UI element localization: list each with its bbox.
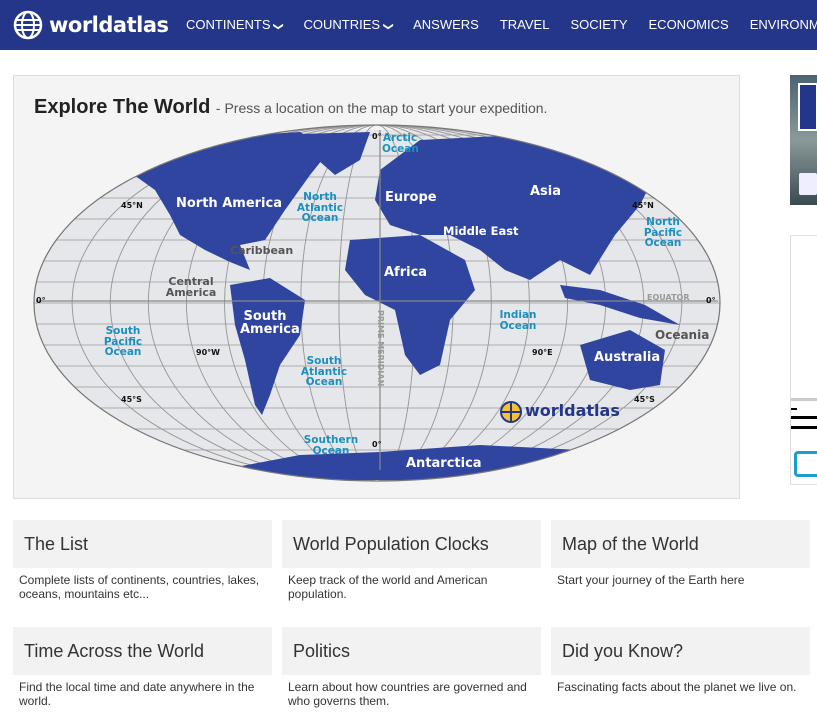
card-desc: Learn about how countries are governed a… xyxy=(288,680,527,708)
card-desc: Keep track of the world and American pop… xyxy=(288,573,488,601)
label-central-america[interactable]: Central America xyxy=(165,276,217,298)
label-europe[interactable]: Europe xyxy=(385,191,437,204)
card-title[interactable]: Politics xyxy=(282,627,541,675)
label-prime-meridian: PRIME MERIDIAN xyxy=(376,310,385,387)
label-north-pacific[interactable]: North Pacific Ocean xyxy=(641,217,685,249)
label-0-left: 0° xyxy=(36,296,46,305)
label-45s-west: 45°S xyxy=(121,395,142,404)
label-south-pacific[interactable]: South Pacific Ocean xyxy=(101,326,145,358)
worldatlas-badge xyxy=(798,83,817,131)
card-title[interactable]: Map of the World xyxy=(551,520,810,568)
card-title[interactable]: The List xyxy=(13,520,272,568)
map-logo-text: worldatlas xyxy=(525,401,620,420)
card-time-across-world[interactable]: Time Across the World Find the local time… xyxy=(13,627,272,708)
card-desc: Find the local time and date anywhere in… xyxy=(19,680,255,708)
label-antarctica[interactable]: Antarctica xyxy=(406,457,482,470)
worldatlas-map-logo xyxy=(500,401,522,423)
card-title[interactable]: Did you Know? xyxy=(551,627,810,675)
label-0-bottom: 0° xyxy=(372,440,382,449)
label-north-atlantic[interactable]: North Atlantic Ocean xyxy=(296,192,344,224)
label-45s-east: 45°S xyxy=(634,395,655,404)
label-south-atlantic[interactable]: South Atlantic Ocean xyxy=(300,356,348,388)
card-the-list[interactable]: The List Complete lists of continents, co… xyxy=(13,520,272,601)
card-desc: Fascinating facts about the planet we li… xyxy=(557,680,797,694)
label-oceania[interactable]: Oceania xyxy=(655,329,709,341)
card-population-clocks[interactable]: World Population Clocks Keep track of the… xyxy=(282,520,541,601)
label-0-right: 0° xyxy=(706,296,716,305)
card-politics[interactable]: Politics Learn about how countries are go… xyxy=(282,627,541,708)
label-90w: 90°W xyxy=(196,348,220,357)
label-africa[interactable]: Africa xyxy=(384,266,427,279)
side-ad-image[interactable] xyxy=(790,75,817,205)
card-did-you-know[interactable]: Did you Know? Fascinating facts about the… xyxy=(551,627,810,694)
side-widget-button[interactable] xyxy=(794,451,817,477)
card-desc: Start your journey of the Earth here xyxy=(557,573,745,587)
label-southern-ocean[interactable]: Southern Ocean xyxy=(303,435,359,456)
label-45n-east: 45°N xyxy=(632,201,654,210)
card-desc: Complete lists of continents, countries,… xyxy=(19,573,260,601)
label-middle-east[interactable]: Middle East xyxy=(443,225,519,238)
label-australia[interactable]: Australia xyxy=(594,351,660,364)
label-arctic-ocean[interactable]: Arctic Ocean xyxy=(382,133,419,154)
label-45n-west: 45°N xyxy=(121,201,143,210)
facebook-icon[interactable] xyxy=(799,173,817,195)
world-map[interactable] xyxy=(0,0,817,500)
label-indian-ocean[interactable]: Indian Ocean xyxy=(498,310,538,331)
label-asia[interactable]: Asia xyxy=(530,185,561,198)
label-south-america[interactable]: South America xyxy=(240,310,300,336)
label-caribbean[interactable]: Caribbean xyxy=(230,245,293,256)
card-title[interactable]: Time Across the World xyxy=(13,627,272,675)
label-north-america[interactable]: North America xyxy=(176,197,282,210)
card-title[interactable]: World Population Clocks xyxy=(282,520,541,568)
label-90e: 90°E xyxy=(532,348,553,357)
label-equator: EQUATOR xyxy=(647,293,690,302)
card-map-of-world[interactable]: Map of the World Start your journey of th… xyxy=(551,520,810,587)
side-widget xyxy=(790,235,817,485)
label-0-top: 0° xyxy=(372,132,382,141)
